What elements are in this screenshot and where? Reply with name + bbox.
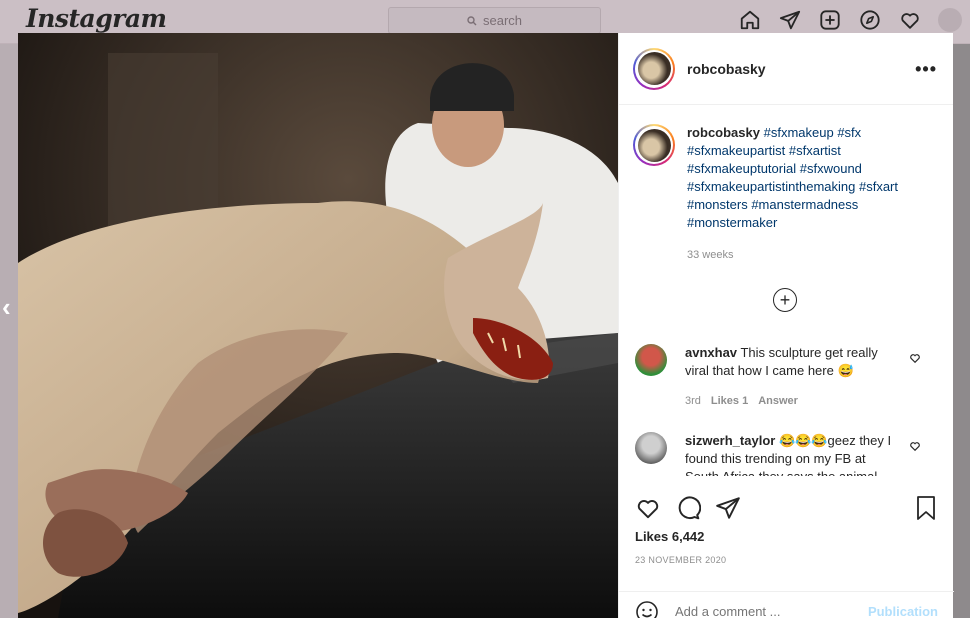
story-ring[interactable]: [633, 47, 675, 90]
commenter-avatar[interactable]: [635, 432, 667, 464]
save-bookmark-icon[interactable]: [914, 495, 938, 521]
hashtag[interactable]: #sfxmakeupartistinthemaking: [687, 179, 855, 194]
comment-body: avnxhav This sculpture get really viral …: [685, 344, 900, 410]
post-image[interactable]: [18, 33, 618, 618]
likes-count[interactable]: Likes 6,442: [635, 529, 704, 544]
comment-likes[interactable]: Likes 1: [711, 392, 748, 410]
explore-icon[interactable]: [858, 8, 882, 32]
comment-meta: 3rd Likes 1 Answer: [685, 392, 900, 410]
post-actions: [619, 489, 954, 529]
comment-time[interactable]: 3rd: [685, 392, 701, 410]
more-options-icon[interactable]: •••: [915, 59, 937, 80]
load-more-comments-plus-circle-icon[interactable]: +: [773, 288, 797, 312]
caption-username[interactable]: robcobasky: [687, 125, 760, 140]
like-comment-heart-icon[interactable]: [909, 352, 921, 364]
previous-post-chevron-icon[interactable]: ‹: [2, 292, 11, 323]
caption-story-ring[interactable]: [633, 124, 675, 166]
hashtag[interactable]: #sfxmakeuptutorial: [687, 161, 796, 176]
background-feed-right: [953, 44, 970, 618]
commenter-avatar[interactable]: [635, 344, 667, 376]
hashtag[interactable]: #sfxmakeupartist: [687, 143, 785, 158]
add-comment-bar: Publication: [619, 591, 954, 618]
hashtag[interactable]: #sfx: [837, 125, 861, 140]
caption-body: robcobasky #sfxmakeup #sfx #sfxmakeupart…: [687, 124, 937, 264]
caption-time[interactable]: 33 weeks: [687, 246, 937, 264]
post-header: robcobasky •••: [619, 33, 953, 105]
commenter-username[interactable]: avnxhav: [685, 345, 737, 360]
profile-avatar[interactable]: [938, 8, 962, 32]
comment-body: sizwerh_taylor 😂😂😂geez they I found this…: [685, 432, 900, 476]
caption-avatar: [637, 128, 671, 162]
comments-list[interactable]: robcobasky #sfxmakeup #sfx #sfxmakeupart…: [619, 106, 954, 476]
activity-icon[interactable]: [898, 8, 922, 32]
post-comment-button[interactable]: Publication: [868, 604, 938, 618]
top-nav: [738, 8, 962, 32]
like-comment-heart-icon[interactable]: [909, 440, 921, 452]
search-box[interactable]: search: [388, 7, 601, 34]
direct-icon[interactable]: [778, 8, 802, 32]
post-date[interactable]: 23 NOVEMBER 2020: [635, 555, 726, 565]
share-direct-icon[interactable]: [715, 495, 741, 521]
comment: sizwerh_taylor 😂😂😂geez they I found this…: [635, 432, 935, 476]
post-sidebar: robcobasky ••• robcobasky #sfxmakeup #sf…: [618, 33, 954, 618]
instagram-logo[interactable]: Instagram: [26, 4, 167, 33]
background-feed-left: [0, 44, 18, 618]
post-photo: [18, 33, 618, 618]
caption: robcobasky #sfxmakeup #sfx #sfxmakeupart…: [619, 106, 954, 264]
hashtag[interactable]: #manstermadness: [751, 197, 858, 212]
reply-button[interactable]: Answer: [758, 392, 798, 410]
emoji-icon[interactable]: [635, 600, 659, 618]
author-username[interactable]: robcobasky: [687, 61, 766, 77]
home-icon[interactable]: [738, 8, 762, 32]
comment-bubble-icon[interactable]: [675, 495, 701, 521]
hashtag[interactable]: #sfxmakeup: [764, 125, 834, 140]
author-avatar: [637, 52, 671, 85]
add-comment-input[interactable]: [675, 604, 868, 618]
hashtag[interactable]: #sfxartist: [789, 143, 841, 158]
commenter-username[interactable]: sizwerh_taylor: [685, 433, 775, 448]
hashtag[interactable]: #monsters: [687, 197, 748, 212]
hashtag[interactable]: #sfxwound: [800, 161, 862, 176]
new-post-icon[interactable]: [818, 8, 842, 32]
hashtag[interactable]: #sfxart: [859, 179, 898, 194]
hashtag[interactable]: #monstermaker: [687, 215, 777, 230]
search-icon: [467, 15, 477, 25]
comment: avnxhav This sculpture get really viral …: [635, 344, 935, 410]
search-placeholder: search: [482, 13, 523, 28]
like-heart-icon[interactable]: [635, 495, 661, 521]
post-modal: robcobasky ••• robcobasky #sfxmakeup #sf…: [18, 33, 954, 618]
